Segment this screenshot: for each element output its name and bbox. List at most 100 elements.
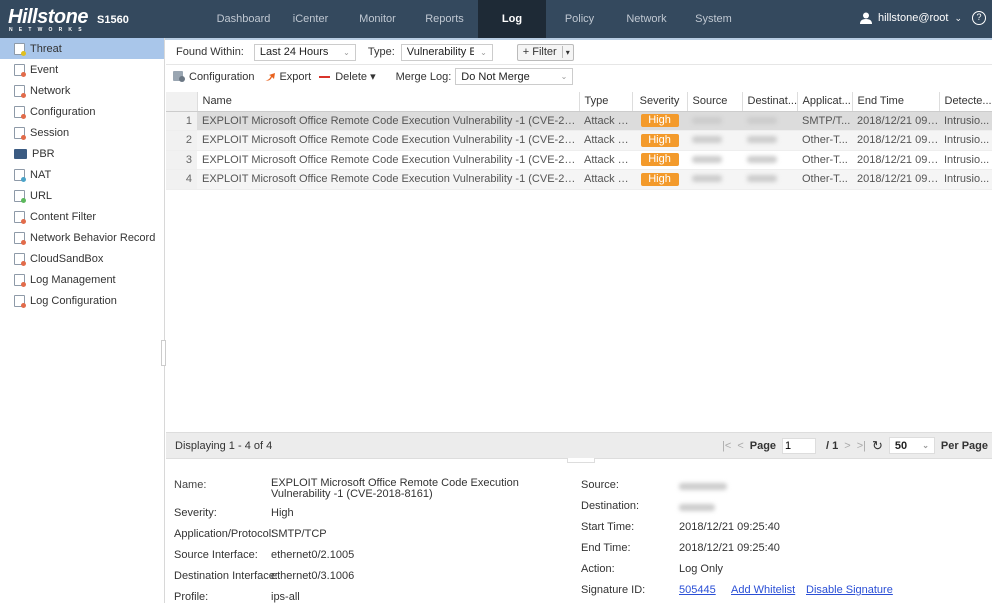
sidebar-item-url[interactable]: URL bbox=[0, 185, 164, 206]
configuration-icon bbox=[173, 71, 185, 82]
user-menu[interactable]: hillstone@root ⌄ bbox=[859, 12, 962, 24]
detail-dst-if-value: ethernet0/3.1006 bbox=[271, 570, 355, 582]
add-whitelist-link[interactable]: Add Whitelist bbox=[731, 584, 795, 596]
sidebar-item-network-behavior-record[interactable]: Network Behavior Record bbox=[0, 227, 164, 248]
col-application[interactable]: Applicat... bbox=[797, 92, 853, 112]
signature-id-link[interactable]: 505445 bbox=[679, 584, 716, 596]
log-document-icon bbox=[14, 273, 26, 287]
detail-src-if-label: Source Interface: bbox=[174, 549, 258, 561]
detail-profile-label: Profile: bbox=[174, 591, 209, 603]
detail-app-value: SMTP/TCP bbox=[271, 528, 327, 540]
sidebar-item-network[interactable]: Network bbox=[0, 80, 164, 101]
disable-signature-link[interactable]: Disable Signature bbox=[806, 584, 893, 596]
prev-page-icon[interactable]: < bbox=[737, 440, 743, 452]
nav-dashboard[interactable]: Dashboard bbox=[210, 0, 277, 38]
log-document-icon bbox=[14, 168, 26, 182]
nav-icenter[interactable]: iCenter bbox=[277, 0, 344, 38]
configuration-button[interactable]: Configuration bbox=[172, 70, 254, 83]
redacted-address bbox=[747, 155, 777, 163]
chevron-down-icon: ⌄ bbox=[343, 47, 350, 57]
filter-dropdown-caret[interactable]: ▾ bbox=[563, 48, 573, 57]
sidebar-item-log-management[interactable]: Log Management bbox=[0, 269, 164, 290]
sidebar-item-content-filter[interactable]: Content Filter bbox=[0, 206, 164, 227]
col-end-time[interactable]: End Time bbox=[852, 92, 940, 112]
nav-log[interactable]: Log bbox=[478, 0, 546, 38]
col-type[interactable]: Type bbox=[579, 92, 633, 112]
per-page-label: Per Page bbox=[940, 439, 988, 452]
device-model: S1560 bbox=[97, 14, 129, 26]
cell-destination bbox=[742, 111, 797, 131]
col-detected-by[interactable]: Detecte... bbox=[939, 92, 992, 112]
log-toolbar: Configuration Export Delete ▾ Merge Log:… bbox=[166, 64, 992, 88]
nav-system[interactable]: System bbox=[680, 0, 747, 38]
redacted-address bbox=[692, 175, 722, 183]
sidebar-item-cloudsandbox[interactable]: CloudSandBox bbox=[0, 248, 164, 269]
severity-badge: High bbox=[640, 133, 679, 147]
sidebar-item-label: Content Filter bbox=[30, 210, 97, 223]
refresh-icon[interactable]: ↻ bbox=[872, 438, 883, 454]
cell-severity: High bbox=[632, 130, 687, 151]
username: hillstone@root bbox=[877, 12, 949, 24]
chevron-down-icon: ⌄ bbox=[480, 47, 487, 57]
sidebar-item-label: URL bbox=[30, 189, 53, 202]
merge-log-select[interactable]: Do Not Merge ⌄ bbox=[455, 68, 574, 85]
row-number: 4 bbox=[166, 169, 197, 190]
redacted-address bbox=[692, 116, 722, 124]
cell-severity: High bbox=[632, 169, 687, 190]
per-page-select[interactable]: 50 ⌄ bbox=[888, 437, 935, 454]
sidebar-item-pbr[interactable]: PBR bbox=[0, 143, 164, 164]
sidebar-item-nat[interactable]: NAT bbox=[0, 164, 164, 185]
table-row[interactable]: 3 EXPLOIT Microsoft Office Remote Code Ex… bbox=[166, 150, 992, 170]
sidebar-item-threat[interactable]: Threat bbox=[0, 38, 164, 59]
detail-dst-if-label: Destination Interface: bbox=[174, 570, 278, 582]
table-row[interactable]: 1 EXPLOIT Microsoft Office Remote Code Ex… bbox=[166, 111, 992, 131]
cell-end-time: 2018/12/21 09:2... bbox=[852, 150, 939, 170]
cell-type: Attack - ... bbox=[579, 111, 632, 131]
nav-network[interactable]: Network bbox=[613, 0, 680, 38]
col-severity[interactable]: Severity bbox=[632, 92, 688, 112]
last-page-icon[interactable]: >| bbox=[857, 440, 866, 452]
col-name[interactable]: Name bbox=[197, 92, 580, 112]
nav-policy[interactable]: Policy bbox=[546, 0, 613, 38]
merge-log-value: Do Not Merge bbox=[461, 70, 530, 83]
chevron-down-icon: ⌄ bbox=[954, 12, 962, 23]
nav-monitor[interactable]: Monitor bbox=[344, 0, 411, 38]
table-row[interactable]: 2 EXPLOIT Microsoft Office Remote Code Ex… bbox=[166, 130, 992, 151]
cell-source bbox=[687, 130, 742, 151]
cell-application: Other-T... bbox=[797, 130, 852, 151]
col-source[interactable]: Source bbox=[687, 92, 743, 112]
first-page-icon[interactable]: |< bbox=[722, 440, 731, 452]
cell-severity: High bbox=[632, 150, 687, 170]
nav-reports[interactable]: Reports bbox=[411, 0, 478, 38]
sidebar-item-log-configuration[interactable]: Log Configuration bbox=[0, 290, 164, 311]
found-within-select[interactable]: Last 24 Hours ⌄ bbox=[253, 43, 356, 61]
table-row[interactable]: 4 EXPLOIT Microsoft Office Remote Code Ex… bbox=[166, 169, 992, 190]
sidebar-item-session[interactable]: Session bbox=[0, 122, 164, 143]
sidebar-item-event[interactable]: Event bbox=[0, 59, 164, 80]
sidebar-item-label: CloudSandBox bbox=[30, 252, 104, 265]
sidebar-item-label: Configuration bbox=[30, 105, 96, 118]
type-select[interactable]: Vulnerability Exploi ⌄ bbox=[400, 43, 493, 61]
per-page-value: 50 bbox=[894, 439, 908, 452]
delete-button[interactable]: Delete ▾ bbox=[319, 70, 376, 83]
col-destination[interactable]: Destinat... bbox=[742, 92, 798, 112]
export-button[interactable]: Export bbox=[264, 71, 311, 83]
log-document-icon bbox=[14, 210, 26, 224]
export-icon bbox=[265, 72, 276, 81]
cell-destination bbox=[742, 130, 797, 151]
redacted-address bbox=[747, 175, 777, 183]
row-number: 1 bbox=[166, 111, 197, 131]
next-page-icon[interactable]: > bbox=[844, 440, 850, 452]
cell-name: EXPLOIT Microsoft Office Remote Code Exe… bbox=[197, 150, 579, 170]
cell-destination bbox=[742, 169, 797, 190]
help-icon[interactable]: ? bbox=[972, 11, 986, 25]
redacted-address bbox=[747, 136, 777, 144]
sidebar-item-label: Event bbox=[30, 63, 59, 76]
log-document-icon bbox=[14, 105, 26, 119]
add-filter-button[interactable]: + Filter bbox=[518, 46, 563, 58]
cell-end-time: 2018/12/21 09:2... bbox=[852, 169, 939, 190]
page-input[interactable] bbox=[782, 437, 817, 454]
user-icon bbox=[859, 12, 872, 24]
sidebar-item-configuration[interactable]: Configuration bbox=[0, 101, 164, 122]
detail-name-value: EXPLOIT Microsoft Office Remote Code Exe… bbox=[271, 477, 519, 500]
